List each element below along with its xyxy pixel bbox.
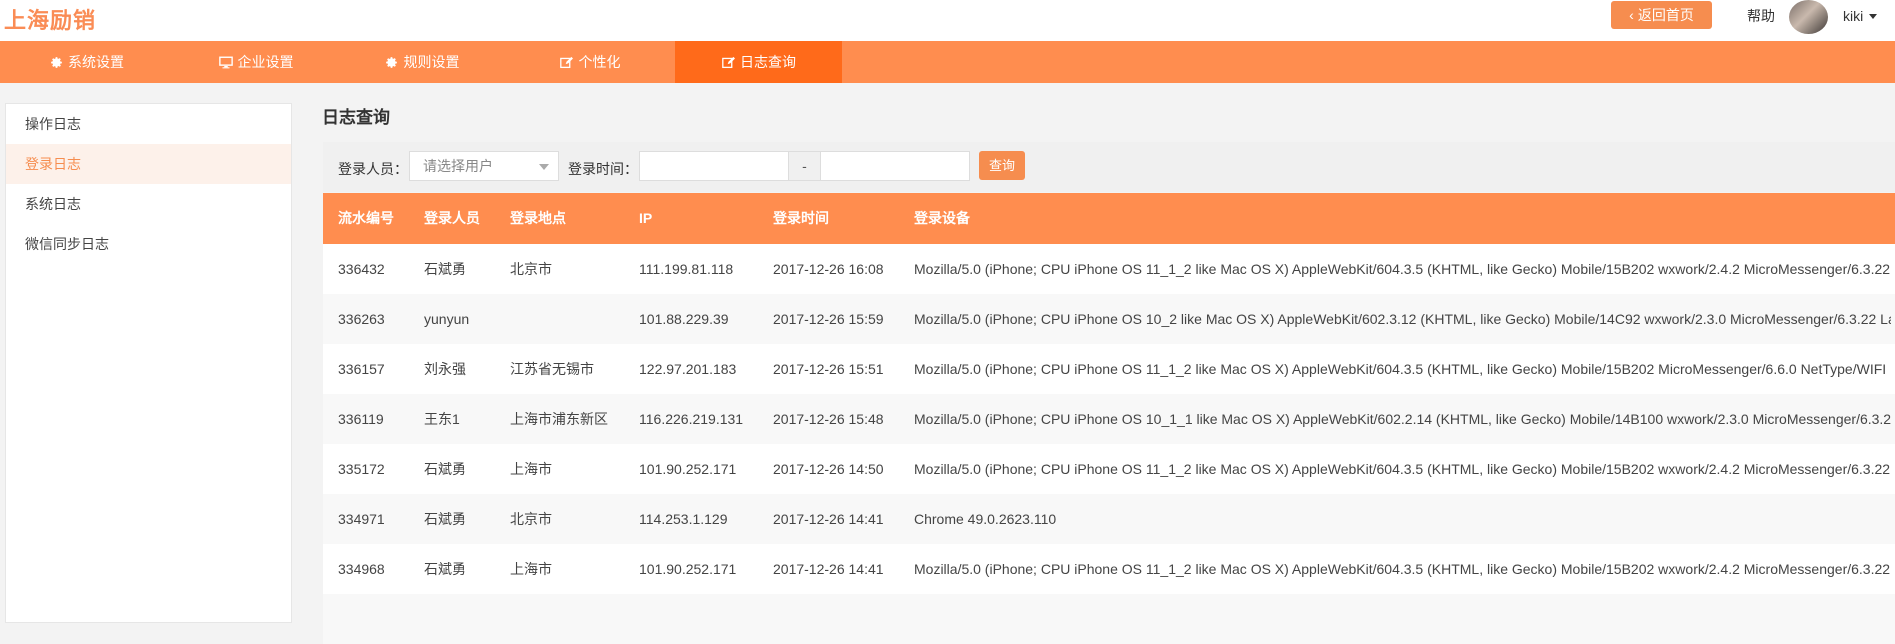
page-title: 日志查询 bbox=[322, 108, 390, 127]
cell-serial: 336119 bbox=[338, 411, 384, 427]
cell-user: 刘永强 bbox=[424, 361, 466, 377]
avatar[interactable] bbox=[1789, 0, 1828, 34]
cell-ip: 114.253.1.129 bbox=[639, 511, 728, 527]
cell-serial: 336263 bbox=[338, 311, 385, 327]
col-header-serial: 流水编号 bbox=[338, 210, 394, 226]
user-select-placeholder: 请选择用户 bbox=[423, 158, 493, 174]
caret-down-icon bbox=[1869, 13, 1878, 19]
search-button[interactable]: 查询 bbox=[979, 151, 1025, 180]
cell-location: 上海市浦东新区 bbox=[510, 411, 608, 427]
col-header-ip: IP bbox=[639, 210, 653, 226]
col-header-user: 登录人员 bbox=[424, 210, 480, 226]
start-time-input[interactable] bbox=[639, 151, 789, 181]
cell-device: Mozilla/5.0 (iPhone; CPU iPhone OS 11_1_… bbox=[914, 261, 1891, 277]
cell-device: Mozilla/5.0 (iPhone; CPU iPhone OS 11_1_… bbox=[914, 361, 1887, 377]
cell-login-time: 2017-12-26 15:48 bbox=[773, 411, 884, 427]
cell-login-time: 2017-12-26 16:08 bbox=[773, 261, 884, 277]
sidebar-item-wechat-sync-log[interactable]: 微信同步日志 bbox=[6, 224, 291, 264]
nav-item-personalization[interactable]: 个性化 bbox=[505, 41, 675, 83]
cell-location: 北京市 bbox=[510, 261, 552, 277]
edit-icon bbox=[560, 55, 574, 69]
table-row: 336432 石斌勇 北京市 111.199.81.118 2017-12-26… bbox=[323, 244, 1895, 294]
cell-device: Mozilla/5.0 (iPhone; CPU iPhone OS 10_1_… bbox=[914, 411, 1891, 427]
cell-user: yunyun bbox=[424, 311, 470, 327]
cell-ip: 101.90.252.171 bbox=[639, 561, 737, 577]
user-filter-label: 登录人员： bbox=[338, 161, 408, 177]
edit-icon bbox=[721, 55, 735, 69]
nav-item-log-query[interactable]: 日志查询 bbox=[675, 41, 842, 83]
cell-serial: 336432 bbox=[338, 261, 385, 277]
cell-user: 王东1 bbox=[424, 411, 460, 427]
table-row: 334971 石斌勇 北京市 114.253.1.129 2017-12-26 … bbox=[323, 494, 1895, 544]
top-bar: 上海励销 ‹ 返回首页 帮助 kiki bbox=[0, 0, 1895, 41]
col-header-login-time: 登录时间 bbox=[773, 210, 829, 226]
nav-label: 个性化 bbox=[578, 54, 621, 70]
table-row: 336263 yunyun 101.88.229.39 2017-12-26 1… bbox=[323, 294, 1895, 344]
table-row: 336119 王东1 上海市浦东新区 116.226.219.131 2017-… bbox=[323, 394, 1895, 444]
cell-location: 上海市 bbox=[510, 461, 552, 477]
nav-item-system-settings[interactable]: 系统设置 bbox=[0, 41, 173, 83]
cell-device: Chrome 49.0.2623.110 bbox=[914, 511, 1057, 527]
gear-icon bbox=[49, 55, 63, 69]
main-nav: 系统设置 企业设置 规则设置 个性化 日志查询 bbox=[0, 41, 1895, 83]
sidebar-item-operation-log[interactable]: 操作日志 bbox=[6, 104, 291, 144]
cell-serial: 335172 bbox=[338, 461, 385, 477]
cell-login-time: 2017-12-26 15:59 bbox=[773, 311, 884, 327]
nav-label: 企业设置 bbox=[237, 54, 294, 70]
cell-serial: 334968 bbox=[338, 561, 385, 577]
user-select[interactable]: 请选择用户 bbox=[409, 151, 559, 181]
caret-down-icon bbox=[539, 164, 549, 170]
monitor-icon bbox=[218, 55, 233, 69]
cell-device: Mozilla/5.0 (iPhone; CPU iPhone OS 10_2 … bbox=[914, 311, 1891, 327]
end-time-input[interactable] bbox=[820, 151, 970, 181]
help-link[interactable]: 帮助 bbox=[1747, 6, 1775, 26]
sidebar-item-login-log[interactable]: 登录日志 bbox=[6, 144, 291, 184]
cell-ip: 122.97.201.183 bbox=[639, 361, 737, 377]
table-row bbox=[323, 594, 1895, 644]
cell-location: 北京市 bbox=[510, 511, 552, 527]
login-log-table: 流水编号 登录人员 登录地点 IP 登录时间 登录设备 336432 石斌勇 北… bbox=[323, 193, 1895, 644]
cell-login-time: 2017-12-26 14:50 bbox=[773, 461, 884, 477]
cell-serial: 336157 bbox=[338, 361, 385, 377]
back-home-label: 返回首页 bbox=[1637, 7, 1694, 23]
nav-label: 规则设置 bbox=[403, 54, 460, 70]
username: kiki bbox=[1843, 8, 1864, 24]
cell-location: 上海市 bbox=[510, 561, 552, 577]
brand-logo[interactable]: 上海励销 bbox=[4, 3, 96, 35]
col-header-location: 登录地点 bbox=[510, 210, 566, 226]
gear-icon bbox=[385, 55, 399, 69]
table-row: 335172 石斌勇 上海市 101.90.252.171 2017-12-26… bbox=[323, 444, 1895, 494]
cell-login-time: 2017-12-26 15:51 bbox=[773, 361, 884, 377]
nav-label: 日志查询 bbox=[740, 54, 796, 70]
cell-login-time: 2017-12-26 14:41 bbox=[773, 511, 884, 527]
user-menu[interactable]: kiki bbox=[1843, 8, 1878, 24]
cell-ip: 101.90.252.171 bbox=[639, 461, 737, 477]
cell-serial: 334971 bbox=[338, 511, 385, 527]
cell-device: Mozilla/5.0 (iPhone; CPU iPhone OS 11_1_… bbox=[914, 561, 1891, 577]
cell-user: 石斌勇 bbox=[424, 261, 466, 277]
table-row: 334968 石斌勇 上海市 101.90.252.171 2017-12-26… bbox=[323, 544, 1895, 594]
chevron-left-icon: ‹ bbox=[1629, 7, 1634, 23]
cell-ip: 111.199.81.118 bbox=[639, 261, 734, 277]
col-header-device: 登录设备 bbox=[914, 210, 970, 226]
nav-item-rule-settings[interactable]: 规则设置 bbox=[339, 41, 505, 83]
filter-bar: 登录人员： 请选择用户 登录时间： - 查询 bbox=[323, 142, 1895, 192]
cell-user: 石斌勇 bbox=[424, 461, 466, 477]
table-row: 336157 刘永强 江苏省无锡市 122.97.201.183 2017-12… bbox=[323, 344, 1895, 394]
cell-ip: 116.226.219.131 bbox=[639, 411, 744, 427]
sidebar-item-system-log[interactable]: 系统日志 bbox=[6, 184, 291, 224]
table-header: 流水编号 登录人员 登录地点 IP 登录时间 登录设备 bbox=[323, 193, 1895, 244]
cell-device: Mozilla/5.0 (iPhone; CPU iPhone OS 11_1_… bbox=[914, 461, 1891, 477]
back-home-button[interactable]: ‹ 返回首页 bbox=[1611, 1, 1712, 29]
cell-user: 石斌勇 bbox=[424, 561, 466, 577]
cell-login-time: 2017-12-26 14:41 bbox=[773, 561, 884, 577]
cell-ip: 101.88.229.39 bbox=[639, 311, 729, 327]
nav-item-enterprise-settings[interactable]: 企业设置 bbox=[173, 41, 339, 83]
nav-label: 系统设置 bbox=[68, 54, 124, 70]
time-filter-label: 登录时间： bbox=[568, 161, 638, 177]
cell-user: 石斌勇 bbox=[424, 511, 466, 527]
cell-location: 江苏省无锡市 bbox=[510, 361, 594, 377]
sidebar: 操作日志 登录日志 系统日志 微信同步日志 bbox=[5, 103, 292, 623]
date-range-separator: - bbox=[789, 151, 820, 181]
